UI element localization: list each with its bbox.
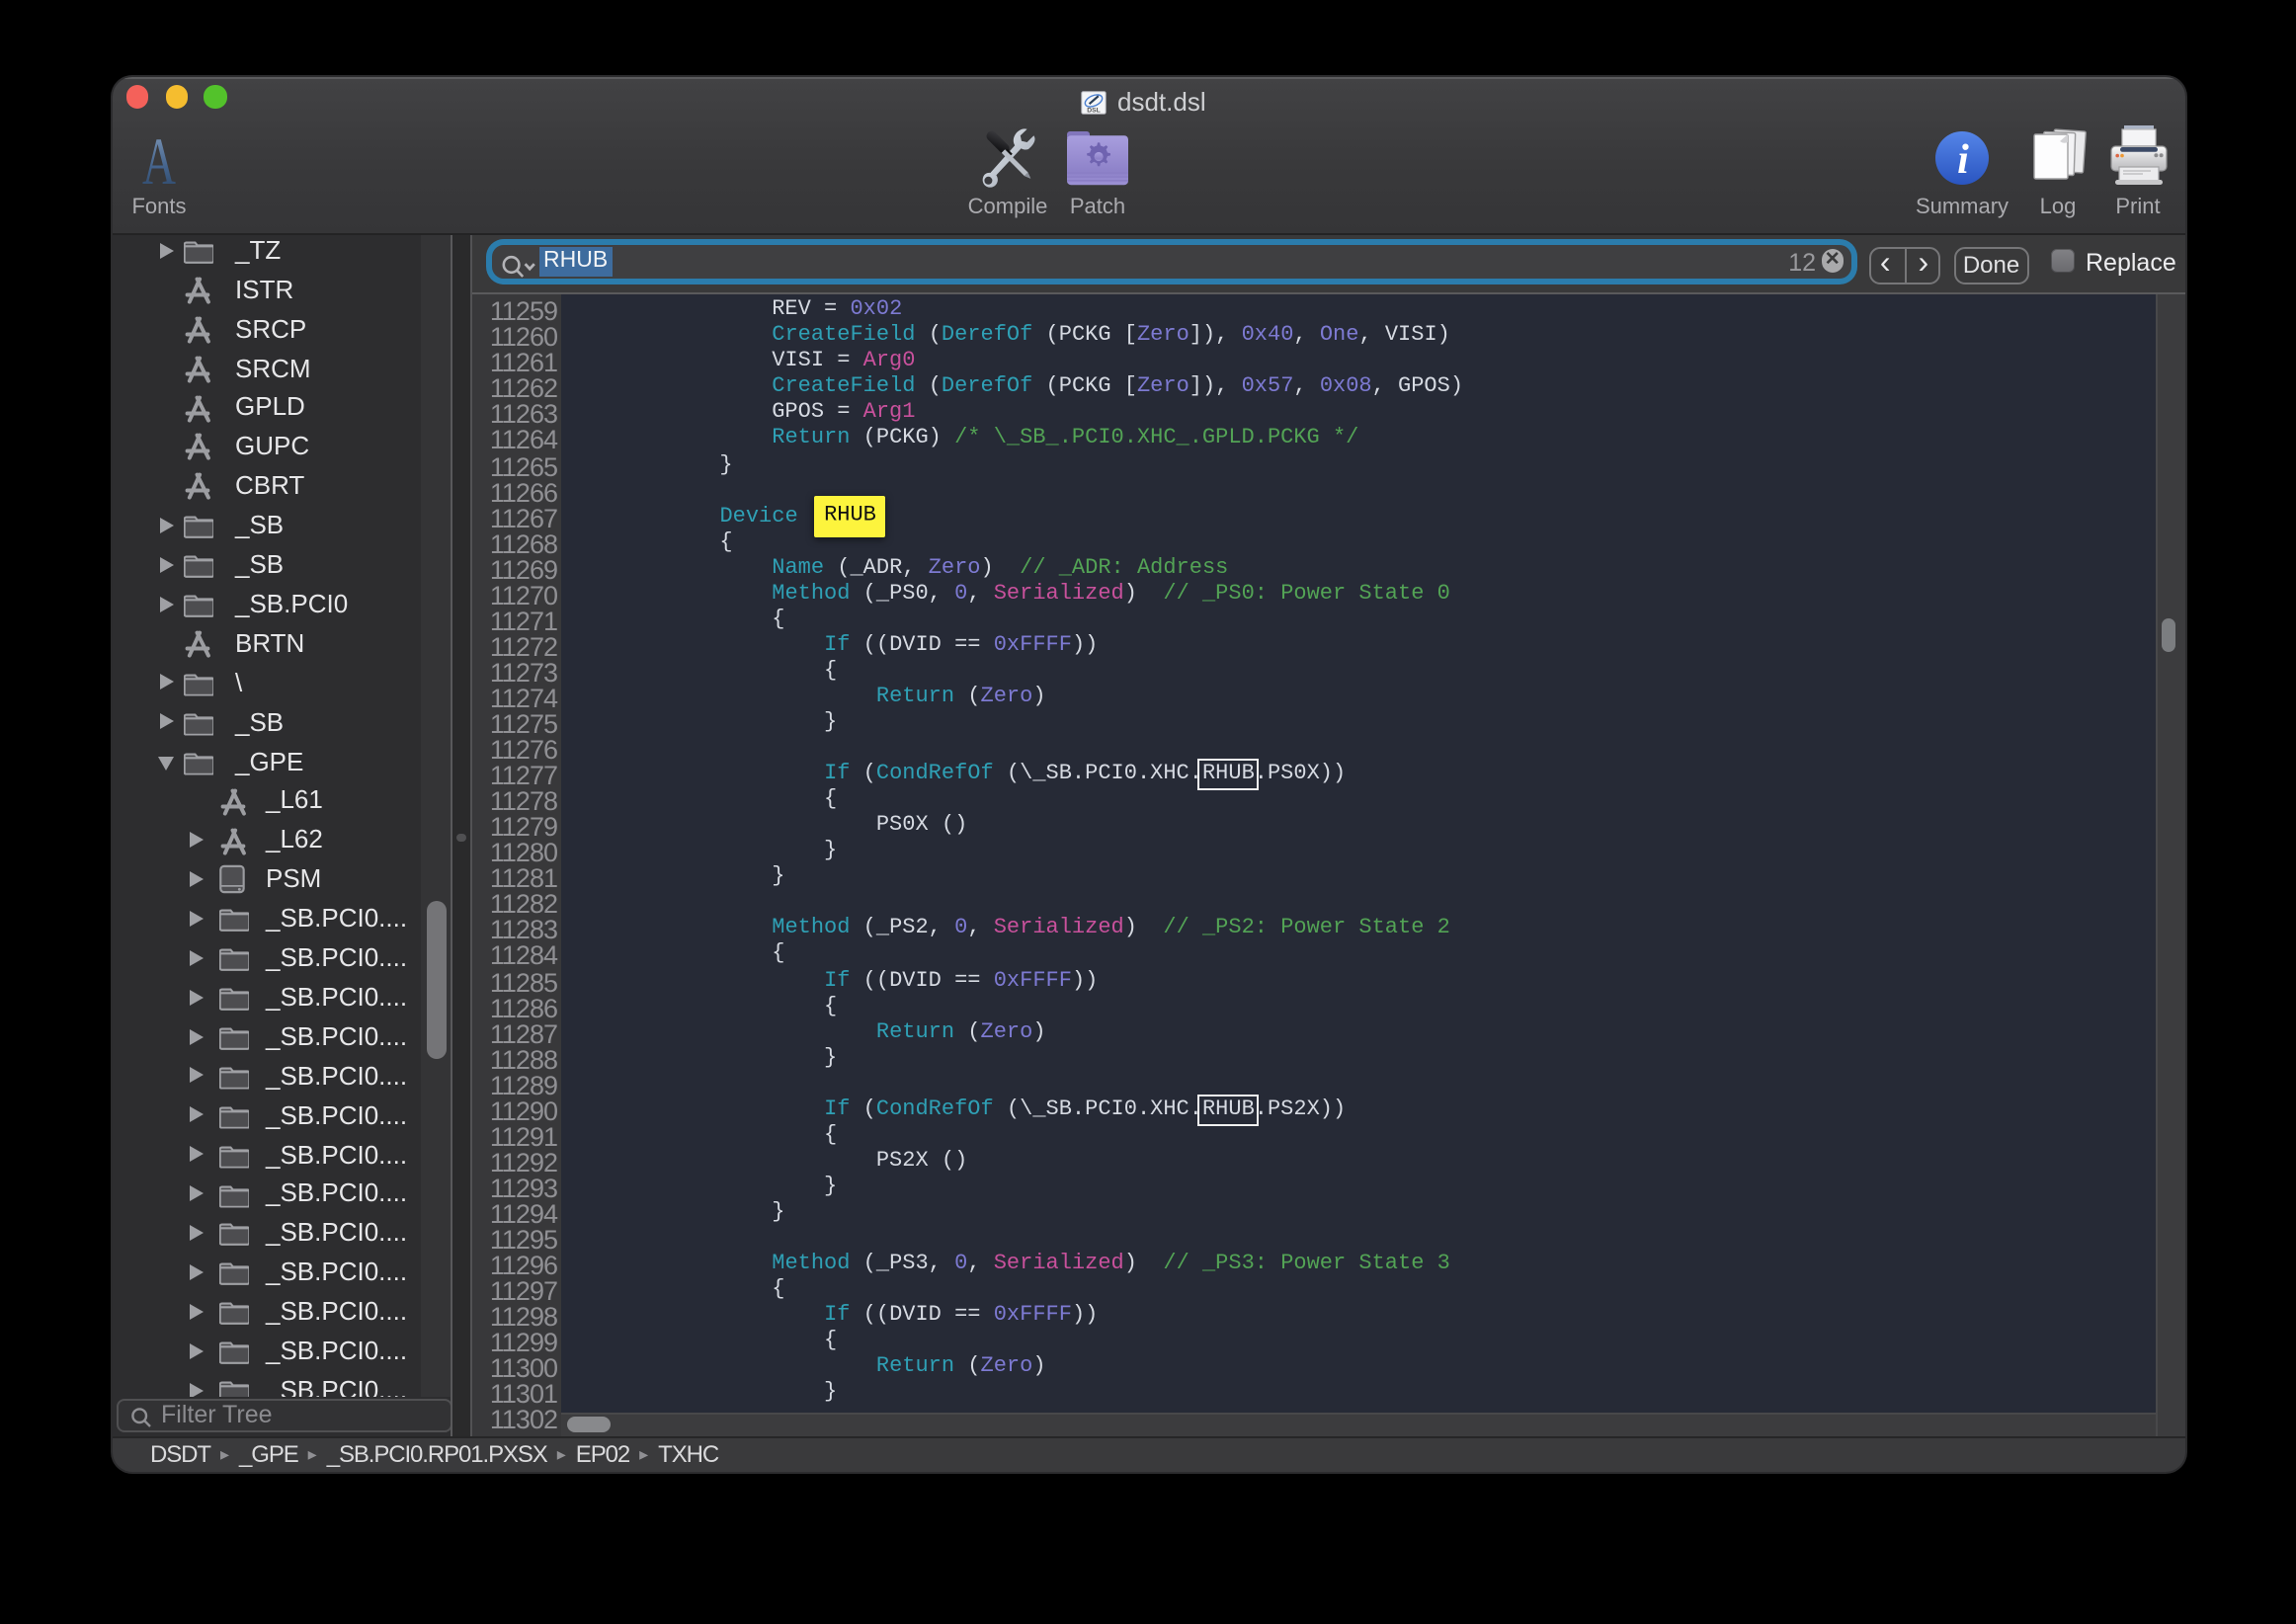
svg-text:DSL: DSL: [1087, 106, 1101, 113]
svg-text:A: A: [141, 133, 175, 187]
svg-text:i: i: [1957, 137, 1969, 183]
